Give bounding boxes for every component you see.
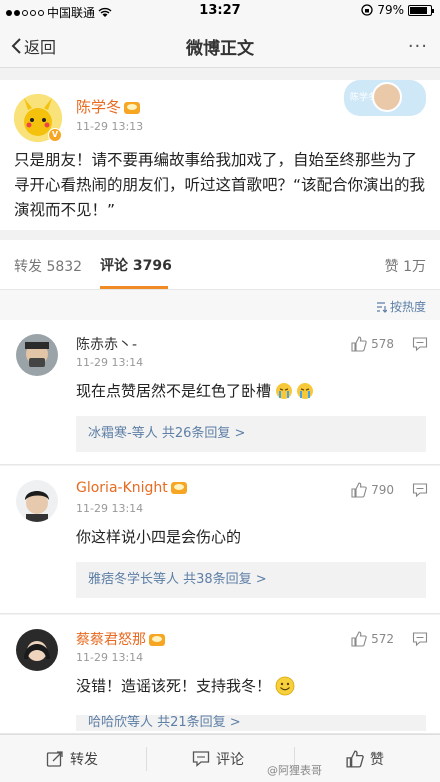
tab-comments[interactable]: 评论 3796: [100, 255, 172, 275]
reply-summary-link[interactable]: 哈哈欣等人 共21条回复 >: [76, 715, 426, 731]
crying-emoji-icon: [276, 382, 314, 399]
share-icon: [46, 751, 63, 767]
like-post-button[interactable]: 赞: [346, 749, 384, 769]
thumb-up-icon: [351, 482, 367, 498]
nav-bar: 返回 微博正文 ···: [0, 22, 440, 68]
active-tab-indicator: [100, 286, 168, 289]
commenter-name[interactable]: 陈赤赤丶-: [76, 334, 137, 354]
post-author-name[interactable]: 陈学冬: [76, 96, 141, 117]
watermark: @阿狸表哥: [267, 764, 322, 777]
comment-bubble-icon: [412, 337, 428, 352]
bottom-toolbar: 转发 评论 赞: [0, 734, 440, 782]
commenter-name[interactable]: Gloria-Knight: [76, 480, 187, 496]
rotation-lock-icon: [361, 4, 373, 16]
post-tabs: 转发 5832 评论 3796 赞 1万: [0, 240, 440, 290]
reply-button[interactable]: [412, 482, 428, 502]
comment-item: 陈赤赤丶- 11-29 13:14 578 现在点赞居然不是红色了卧槽 冰霜寒-…: [0, 320, 440, 465]
page-title: 微博正文: [186, 39, 254, 59]
comment-text: 你这样说小四是会伤心的: [76, 528, 242, 546]
more-menu-button[interactable]: ···: [408, 36, 428, 57]
comment-bubble-icon: [192, 751, 210, 767]
thumb-up-icon: [351, 336, 367, 352]
vip-crown-icon: [124, 101, 141, 114]
comment-item: Gloria-Knight 11-29 13:14 790 你这样说小四是会伤心…: [0, 466, 440, 614]
reply-button[interactable]: [412, 336, 428, 356]
weibo-post: V 陈学冬 11-29 13:13 陈学冬 只是朋友！请不要再编故事给我加戏了，…: [0, 80, 440, 230]
commenter-avatar[interactable]: [16, 334, 58, 376]
tab-likes[interactable]: 赞 1万: [385, 256, 426, 276]
sticker-face-icon: [372, 82, 402, 112]
comment-item: 蔡蔡君怒那 11-29 13:14 572 没错！造谣该死！支持我冬！ 哈哈欣等…: [0, 615, 440, 734]
smile-emoji-icon: [275, 676, 295, 695]
comment-time: 11-29 13:14: [76, 356, 144, 369]
thumb-up-icon: [346, 750, 364, 768]
commenter-avatar[interactable]: [16, 480, 58, 522]
thumb-up-icon: [351, 631, 367, 647]
card-sticker: 陈学冬: [344, 80, 426, 116]
comment-button[interactable]: 评论: [192, 749, 244, 769]
sort-icon: [376, 301, 387, 313]
comment-time: 11-29 13:14: [76, 502, 144, 515]
reply-button[interactable]: [412, 631, 428, 651]
like-button[interactable]: 790: [351, 482, 394, 498]
divider: [146, 747, 147, 771]
reply-summary-link[interactable]: 冰霜寒-等人 共26条回复 >: [76, 416, 426, 452]
battery-icon: [408, 4, 434, 16]
like-button[interactable]: 572: [351, 631, 394, 647]
vip-crown-icon: [149, 634, 165, 646]
like-button[interactable]: 578: [351, 336, 394, 352]
status-bar: 中国联通 13:27 79%: [0, 0, 440, 22]
vip-crown-icon: [170, 482, 187, 494]
comment-text: 现在点赞居然不是红色了卧槽: [76, 380, 315, 401]
sort-bar: 按热度: [0, 290, 440, 320]
comment-bubble-icon: [412, 632, 428, 647]
commenter-avatar[interactable]: [16, 629, 58, 671]
tab-reposts[interactable]: 转发 5832: [14, 256, 82, 276]
repost-button[interactable]: 转发: [46, 749, 98, 769]
comment-bubble-icon: [412, 483, 428, 498]
verified-badge-icon: V: [48, 128, 62, 142]
reply-summary-link[interactable]: 雅痞冬学长等人 共38条回复 >: [76, 562, 426, 598]
comment-text: 没错！造谣该死！支持我冬！: [76, 675, 295, 696]
post-time: 11-29 13:13: [76, 120, 144, 133]
sort-by-hot-button[interactable]: 按热度: [375, 298, 426, 315]
comment-time: 11-29 13:14: [76, 651, 144, 664]
commenter-name[interactable]: 蔡蔡君怒那: [76, 629, 165, 649]
post-text: 只是朋友！请不要再编故事给我加戏了，自始至终那些为了寻开心看热闹的朋友们，听过这…: [14, 151, 426, 219]
battery-percent: 79%: [377, 3, 404, 17]
